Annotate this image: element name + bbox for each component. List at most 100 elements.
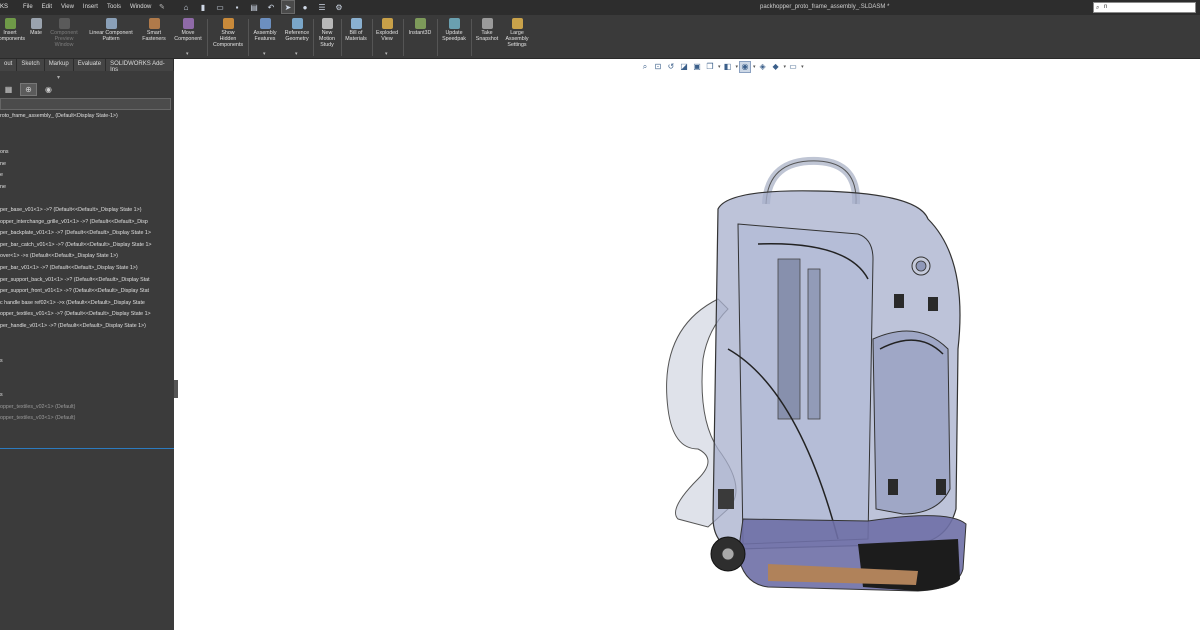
menu-window[interactable]: Window	[130, 4, 151, 10]
display-style-icon[interactable]: ◧	[723, 62, 733, 72]
show-hidden-icon	[222, 18, 234, 29]
pin-menu-icon[interactable]: ✎	[159, 3, 165, 11]
tree-item[interactable]: opper_interchange_grille_v01<1> ->? (Def…	[0, 219, 148, 225]
chevron-down-icon[interactable]: ▾	[784, 64, 787, 70]
view-settings-icon[interactable]: ▭	[788, 62, 798, 72]
manager-tabs: ▦ ⊕ ◉	[0, 83, 60, 96]
camera-icon	[481, 18, 493, 29]
file-properties-icon[interactable]: ☰	[316, 1, 328, 13]
take-snapshot-button[interactable]: Take Snapshot	[472, 18, 502, 42]
property-manager-icon[interactable]: ▦	[0, 83, 17, 96]
display-manager-icon[interactable]: ◉	[40, 83, 57, 96]
large-assembly-icon	[511, 18, 523, 29]
ribbon-separator	[403, 19, 404, 56]
panel-expand-arrow-icon[interactable]: ▾	[57, 74, 60, 81]
chevron-down-icon[interactable]: ▾	[186, 51, 189, 57]
bill-of-materials-icon	[350, 18, 362, 29]
undo-icon[interactable]: ↶	[265, 1, 277, 13]
edit-appearance-icon[interactable]: ◈	[758, 62, 768, 72]
tab-markup[interactable]: Markup	[45, 59, 74, 71]
menu-view[interactable]: View	[61, 4, 74, 10]
tree-item[interactable]: per_base_v01<1> ->? (Default<<Default>_D…	[0, 207, 142, 213]
select-icon[interactable]: ➤	[281, 0, 295, 14]
ribbon-separator	[248, 19, 249, 56]
tree-root[interactable]: roto_frame_assembly_ (Default<Display St…	[0, 113, 118, 119]
bill-of-materials-button[interactable]: Bill of Materials	[342, 18, 370, 42]
heads-up-view-toolbar: ⌕ ⊡ ↺ ◪ ▣ ❐ ▾ ◧ ▾ ◉ ▾ ◈ ◆ ▾ ▭ ▾	[640, 61, 806, 73]
tree-item[interactable]: over<1> ->x (Default<<Default>_Display S…	[0, 253, 118, 259]
tree-item[interactable]: per_support_front_v01<1> ->? (Default<<D…	[0, 288, 149, 294]
zoom-to-fit-icon[interactable]: ⌕	[640, 62, 650, 72]
tree-item[interactable]: s	[0, 358, 3, 364]
move-component-button[interactable]: Move Component	[171, 18, 205, 42]
home-icon[interactable]: ⌂	[180, 1, 192, 13]
tree-item[interactable]: s	[0, 392, 3, 398]
previous-view-icon[interactable]: ↺	[666, 62, 676, 72]
component-preview-window-button[interactable]: Component Preview Window	[47, 18, 81, 48]
tree-item-suppressed[interactable]: opper_textiles_v03<1> (Default)	[0, 415, 75, 421]
tree-item[interactable]: c handle base ref02<1> ->x (Default<<Def…	[0, 300, 145, 306]
chevron-down-icon[interactable]: ▾	[295, 51, 298, 57]
show-hidden-components-button[interactable]: Show Hidden Components	[210, 18, 246, 48]
hide-show-items-icon[interactable]: ◉	[739, 61, 752, 73]
chevron-down-icon[interactable]: ▾	[718, 64, 721, 70]
app-logo[interactable]: KS	[0, 4, 8, 10]
chevron-down-icon[interactable]: ▾	[263, 51, 266, 57]
assembly-features-icon	[259, 18, 271, 29]
linear-component-pattern-button[interactable]: Linear Component Pattern	[84, 18, 138, 42]
menu-file[interactable]: File	[23, 4, 33, 10]
rebuild-icon[interactable]: ●	[299, 1, 311, 13]
exploded-view-button[interactable]: Exploded View	[373, 18, 401, 42]
save-icon[interactable]: ▪	[231, 1, 243, 13]
tree-item[interactable]: per_support_back_v01<1> ->? (Default<<De…	[0, 277, 150, 283]
chevron-down-icon[interactable]: ▾	[385, 51, 388, 57]
tree-item[interactable]: ons	[0, 149, 9, 155]
insert-components-button[interactable]: Insert Components	[0, 18, 26, 42]
menu-tools[interactable]: Tools	[107, 4, 121, 10]
large-assembly-settings-button[interactable]: Large Assembly Settings	[502, 18, 532, 48]
graphics-area[interactable]	[178, 59, 1200, 630]
menu-edit[interactable]: Edit	[42, 4, 52, 10]
tab-evaluate[interactable]: Evaluate	[74, 59, 107, 71]
title-bar: KS File Edit View Insert Tools Window ✎ …	[0, 0, 1200, 15]
tree-item[interactable]: per_handle_v01<1> ->? (Default<<Default>…	[0, 323, 146, 329]
options-icon[interactable]: ⚙	[333, 1, 345, 13]
chevron-down-icon[interactable]: ▾	[753, 64, 756, 70]
print-icon[interactable]: ▤	[248, 1, 260, 13]
configuration-manager-icon[interactable]: ⊕	[20, 83, 37, 96]
tree-filter-input[interactable]	[0, 98, 171, 110]
tree-item[interactable]: per_bar_catch_v01<1> ->? (Default<<Defau…	[0, 242, 152, 248]
tree-item[interactable]: opper_textiles_v01<1> ->? (Default<<Defa…	[0, 311, 151, 317]
tree-item[interactable]: e	[0, 172, 3, 178]
new-icon[interactable]: ▮	[197, 1, 209, 13]
insert-components-icon	[4, 18, 16, 29]
chevron-down-icon[interactable]: ▾	[736, 64, 739, 70]
tab-layout[interactable]: out	[0, 59, 18, 71]
reference-geometry-button[interactable]: Reference Geometry	[281, 18, 313, 42]
tree-item[interactable]: per_backplate_v01<1> ->? (Default<<Defau…	[0, 230, 151, 236]
menu-insert[interactable]: Insert	[83, 4, 98, 10]
section-view-icon[interactable]: ◪	[679, 62, 689, 72]
smart-fasteners-button[interactable]: Smart Fasteners	[140, 18, 168, 42]
search-input[interactable]: ⌕ n	[1093, 2, 1196, 13]
menu-bar: File Edit View Insert Tools Window	[23, 4, 160, 10]
tree-item[interactable]: per_bar_v01<1> ->? (Default<<Default>_Di…	[0, 265, 138, 271]
tree-item[interactable]: ne	[0, 184, 6, 190]
tab-solidworks-add-ins[interactable]: SOLIDWORKS Add-Ins	[106, 59, 174, 73]
assembly-features-button[interactable]: Assembly Features	[250, 18, 280, 42]
zoom-to-area-icon[interactable]: ⊡	[653, 62, 663, 72]
dynamic-annotation-icon[interactable]: ▣	[692, 62, 702, 72]
tree-item[interactable]: ne	[0, 161, 6, 167]
tab-sketch[interactable]: Sketch	[17, 59, 45, 71]
apply-scene-icon[interactable]: ◆	[771, 62, 781, 72]
rollback-bar[interactable]	[0, 448, 174, 449]
view-orientation-icon[interactable]: ❐	[705, 62, 715, 72]
tree-item-suppressed[interactable]: opper_textiles_v02<1> (Default)	[0, 404, 75, 410]
mate-button[interactable]: Mate	[28, 18, 44, 36]
open-icon[interactable]: ▭	[214, 1, 226, 13]
chevron-down-icon[interactable]: ▾	[801, 64, 804, 70]
backpack-assembly-model[interactable]	[618, 149, 998, 599]
update-speedpak-button[interactable]: Update Speedpak	[438, 18, 470, 42]
instant3d-button[interactable]: Instant3D	[405, 18, 435, 36]
new-motion-study-button[interactable]: New Motion Study	[314, 18, 340, 48]
